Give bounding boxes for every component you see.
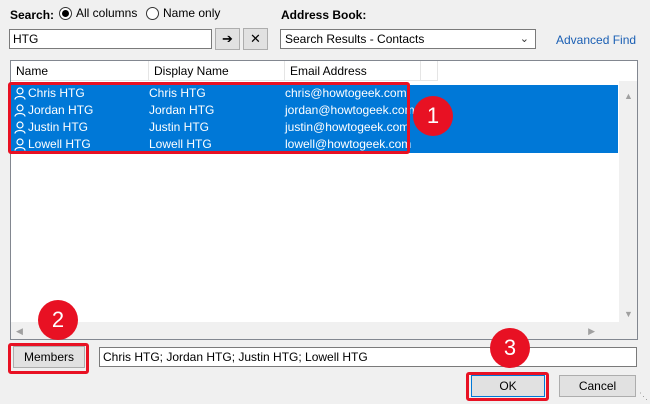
highlight-box-members bbox=[8, 343, 89, 374]
highlight-box-rows bbox=[8, 82, 410, 154]
advanced-find-link[interactable]: Advanced Find bbox=[556, 33, 636, 47]
all-columns-radio[interactable]: All columns bbox=[59, 6, 137, 20]
radio-unchecked-icon bbox=[146, 6, 159, 20]
step-badge-3: 3 bbox=[490, 328, 530, 368]
column-header-name[interactable]: Name bbox=[11, 61, 149, 81]
step-badge-2: 2 bbox=[38, 300, 78, 340]
scroll-up-icon[interactable]: ▲ bbox=[624, 91, 633, 101]
step-badge-1: 1 bbox=[413, 96, 453, 136]
address-book-select[interactable]: Search Results - Contacts ⌄ bbox=[280, 29, 536, 49]
address-book-label: Address Book: bbox=[281, 8, 367, 22]
cancel-button[interactable]: Cancel bbox=[559, 375, 636, 397]
address-book-value: Search Results - Contacts bbox=[285, 32, 425, 46]
scroll-down-icon[interactable]: ▼ bbox=[624, 309, 633, 319]
name-only-radio[interactable]: Name only bbox=[146, 6, 220, 20]
vertical-scrollbar[interactable]: ▲ ▼ bbox=[619, 81, 637, 339]
resize-grip-icon[interactable]: ⋱ bbox=[639, 391, 648, 402]
search-label: Search: bbox=[10, 8, 55, 22]
highlight-box-ok bbox=[466, 372, 549, 401]
column-header-spacer bbox=[421, 61, 438, 81]
close-icon: ✕ bbox=[250, 31, 261, 46]
horizontal-scrollbar[interactable]: ◀ ▶ bbox=[11, 322, 619, 339]
column-header-email[interactable]: Email Address bbox=[285, 61, 421, 81]
members-field[interactable]: Chris HTG; Jordan HTG; Justin HTG; Lowel… bbox=[99, 347, 637, 367]
clear-search-button[interactable]: ✕ bbox=[243, 28, 268, 50]
chevron-down-icon: ⌄ bbox=[519, 33, 529, 45]
column-header-display-name[interactable]: Display Name bbox=[149, 61, 285, 81]
scroll-right-icon[interactable]: ▶ bbox=[588, 326, 595, 337]
name-only-label: Name only bbox=[163, 6, 221, 20]
arrow-right-icon: ➔ bbox=[222, 31, 233, 46]
go-button[interactable]: ➔ bbox=[215, 28, 240, 50]
radio-checked-icon bbox=[59, 6, 72, 20]
scroll-left-icon[interactable]: ◀ bbox=[16, 326, 23, 337]
search-input[interactable]: HTG bbox=[9, 29, 212, 49]
all-columns-label: All columns bbox=[76, 6, 138, 20]
